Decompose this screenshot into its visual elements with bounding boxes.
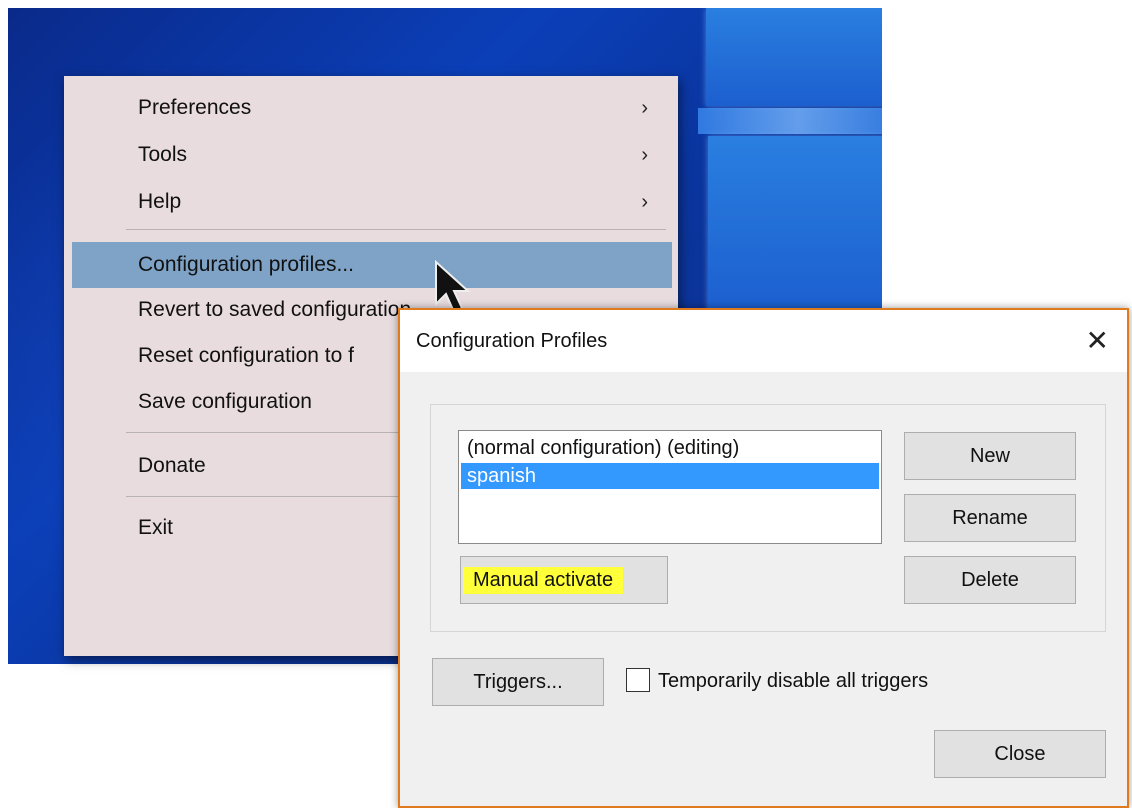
rename-button[interactable]: Rename: [904, 494, 1076, 542]
menu-item-label: Tools: [138, 143, 188, 166]
menu-item-configuration-profiles[interactable]: Configuration profiles...: [72, 242, 672, 288]
new-button[interactable]: New: [904, 432, 1076, 480]
menu-separator: [126, 229, 666, 230]
menu-item-label: Reset configuration to f: [138, 344, 354, 367]
submenu-arrow-icon: ›: [641, 143, 648, 166]
desktop-tile: [708, 136, 882, 312]
configuration-profiles-dialog: Configuration Profiles ✕ (normal configu…: [398, 308, 1129, 808]
menu-item-label: Preferences: [138, 96, 252, 119]
desktop-glow: [698, 108, 882, 134]
menu-item-label: Exit: [138, 516, 174, 539]
menu-item-label: Help: [138, 190, 182, 213]
triggers-button[interactable]: Triggers...: [432, 658, 604, 706]
disable-triggers-label[interactable]: Temporarily disable all triggers: [658, 670, 928, 693]
delete-button[interactable]: Delete: [904, 556, 1076, 604]
list-item[interactable]: (normal configuration) (editing): [461, 435, 879, 461]
new-button-label: New: [969, 444, 1010, 467]
triggers-button-label: Triggers...: [473, 670, 563, 693]
submenu-arrow-icon: ›: [641, 190, 648, 213]
menu-item-label: Save configuration: [138, 390, 312, 413]
menu-item-label: Configuration profiles...: [138, 253, 354, 276]
menu-item-label: Donate: [138, 454, 206, 477]
rename-button-label: Rename: [952, 506, 1028, 529]
menu-item-label: Revert to saved configuration: [138, 298, 412, 321]
desktop-tile: [706, 8, 882, 106]
delete-button-label: Delete: [961, 568, 1019, 591]
manual-activate-button[interactable]: Manual activate: [460, 556, 668, 604]
menu-item-preferences[interactable]: Preferences ›: [72, 88, 672, 128]
disable-triggers-checkbox[interactable]: [626, 668, 650, 692]
close-button-label: Close: [994, 742, 1046, 765]
manual-activate-label: Manual activate: [463, 566, 624, 594]
profiles-listbox[interactable]: (normal configuration) (editing) spanish: [458, 430, 882, 544]
close-icon[interactable]: ✕: [1086, 324, 1109, 357]
close-button[interactable]: Close: [934, 730, 1106, 778]
dialog-title: Configuration Profiles: [416, 330, 608, 352]
menu-item-tools[interactable]: Tools ›: [72, 135, 672, 175]
submenu-arrow-icon: ›: [641, 96, 648, 119]
dialog-titlebar: Configuration Profiles ✕: [400, 310, 1127, 372]
menu-item-help[interactable]: Help ›: [72, 182, 672, 222]
list-item-selected[interactable]: spanish: [461, 463, 879, 489]
